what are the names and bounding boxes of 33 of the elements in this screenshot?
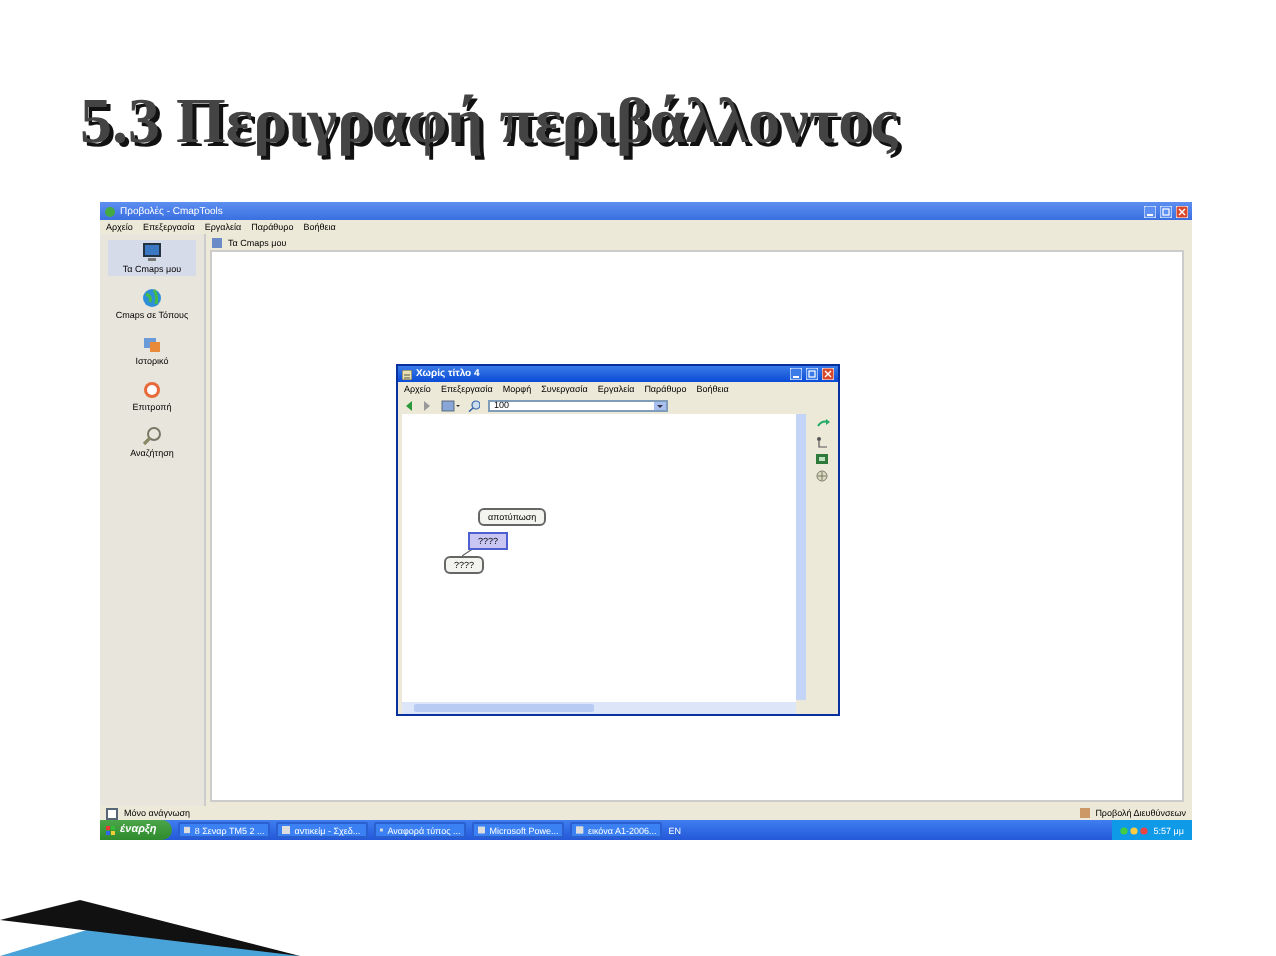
close-button[interactable] <box>822 368 834 380</box>
folder-view-icon <box>212 237 222 247</box>
view-dropdown-icon[interactable] <box>440 399 460 411</box>
computer-icon <box>142 242 162 262</box>
window-icon <box>576 826 584 834</box>
refresh-arrow-icon[interactable] <box>815 418 829 430</box>
back-arrow-icon[interactable] <box>404 399 414 411</box>
folders-icon <box>142 334 162 354</box>
slide-title: 5.3 Περιγραφή περιβάλλοντος <box>78 82 900 160</box>
address-icon <box>1079 808 1090 818</box>
image-icon[interactable] <box>816 454 828 464</box>
forward-arrow-icon[interactable] <box>422 399 432 411</box>
vertical-scrollbar[interactable] <box>796 414 806 700</box>
horizontal-scrollbar[interactable] <box>402 702 796 714</box>
readonly-checkbox[interactable] <box>106 807 118 819</box>
map-document-icon <box>402 369 412 379</box>
tree-icon[interactable] <box>815 436 829 448</box>
maximize-button[interactable] <box>1160 205 1172 217</box>
globe-icon <box>142 288 162 308</box>
tray-icons-drawing <box>1119 825 1148 835</box>
minimize-button[interactable] <box>790 368 802 380</box>
zoom-icon <box>468 399 480 411</box>
close-button[interactable] <box>1176 205 1188 217</box>
dropdown-arrow-icon[interactable] <box>654 401 666 409</box>
magnifier-icon <box>142 426 162 446</box>
maximize-button[interactable] <box>806 368 818 380</box>
minimize-button[interactable] <box>1144 205 1156 217</box>
windows-logo-icon <box>106 825 116 835</box>
globe-icon[interactable] <box>816 470 828 482</box>
window-icon <box>282 826 291 834</box>
window-icon <box>184 826 191 834</box>
window-icon <box>478 826 486 834</box>
app-logo-icon <box>104 205 116 217</box>
